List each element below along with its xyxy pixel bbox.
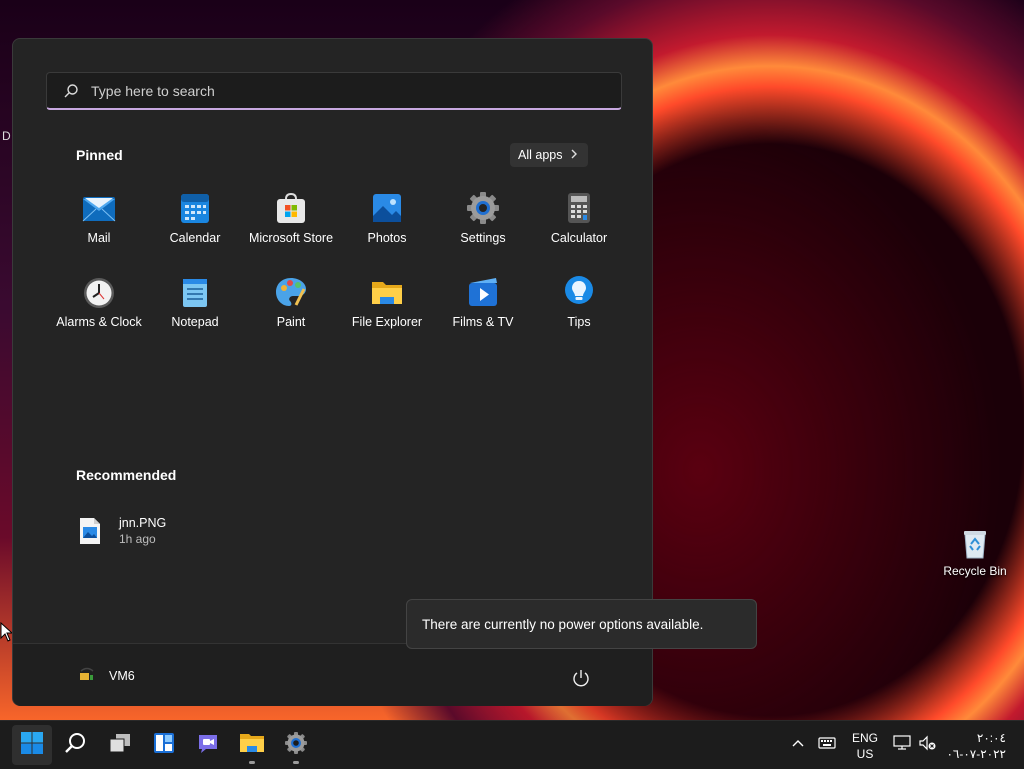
desktop-partial-label: D	[2, 129, 11, 143]
all-apps-button[interactable]: All apps	[510, 143, 589, 167]
recycle-bin[interactable]: Recycle Bin	[940, 528, 1010, 578]
settings-button[interactable]	[276, 725, 316, 765]
running-indicator	[293, 761, 299, 764]
input-language-button[interactable]: ENG US	[845, 730, 885, 762]
photos-icon	[370, 191, 404, 225]
app-label: Paint	[276, 315, 306, 329]
recycle-bin-label: Recycle Bin	[943, 564, 1007, 578]
pinned-app-microsoft-store[interactable]: Microsoft Store	[243, 187, 339, 267]
running-indicator	[249, 761, 255, 764]
start-icon	[20, 731, 44, 760]
pinned-app-settings[interactable]: Settings	[435, 187, 531, 267]
recommended-file-name: jnn.PNG	[119, 516, 167, 530]
search-input[interactable]	[89, 81, 593, 100]
power-options-tooltip: There are currently no power options ava…	[406, 599, 757, 649]
palette-icon	[274, 275, 308, 309]
gear-icon	[466, 191, 500, 225]
pinned-app-calculator[interactable]: Calculator	[531, 187, 627, 267]
start-button[interactable]	[12, 725, 52, 765]
pinned-app-alarms-clock[interactable]: Alarms & Clock	[51, 271, 147, 351]
power-button[interactable]	[571, 668, 591, 688]
notepad-icon	[178, 275, 212, 309]
chevron-up-icon	[790, 735, 806, 756]
image-file-icon	[79, 517, 101, 545]
pinned-app-calendar[interactable]: Calendar	[147, 187, 243, 267]
chat-icon	[196, 731, 220, 760]
mouse-cursor-icon	[0, 621, 14, 647]
search-box[interactable]	[46, 72, 622, 110]
chat-button[interactable]	[188, 725, 228, 765]
app-label: File Explorer	[351, 315, 423, 329]
all-apps-label: All apps	[518, 148, 563, 162]
search-icon	[64, 731, 88, 760]
app-label: Notepad	[171, 315, 219, 329]
touch-keyboard-button[interactable]	[818, 721, 836, 769]
pinned-app-films-tv[interactable]: Films & TV	[435, 271, 531, 351]
clock-date: ٢٠٢٢-٠٧-٠٦	[946, 747, 1006, 761]
app-label: Calculator	[550, 231, 608, 245]
task-view-button[interactable]	[100, 725, 140, 765]
app-label: Photos	[367, 231, 407, 245]
app-label: Tips	[567, 315, 591, 329]
pinned-app-file-explorer[interactable]: File Explorer	[339, 271, 435, 351]
app-label: Alarms & Clock	[56, 315, 142, 329]
recommended-file-time: 1h ago	[119, 532, 156, 546]
user-avatar-icon	[79, 666, 95, 685]
calendar-icon	[178, 191, 212, 225]
volume-button[interactable]	[918, 721, 936, 769]
recommended-heading: Recommended	[76, 467, 177, 483]
app-label: Settings	[460, 231, 506, 245]
folder-icon	[370, 275, 404, 309]
widgets-icon	[152, 731, 176, 760]
chevron-right-icon	[570, 148, 578, 162]
app-label: Microsoft Store	[248, 231, 334, 245]
taskbar-search-button[interactable]	[56, 725, 96, 765]
taskbar: ENG US ٢٠:٠٤ ٢٠٢٢-٠٧-٠٦	[0, 720, 1024, 769]
lang-code: ENG	[851, 731, 878, 745]
recommended-item[interactable]: jnn.PNG 1h ago	[79, 511, 279, 551]
clock-button[interactable]: ٢٠:٠٤ ٢٠٢٢-٠٧-٠٦	[940, 730, 1006, 762]
network-button[interactable]	[893, 721, 911, 769]
app-label: Mail	[87, 231, 111, 245]
pinned-heading: Pinned	[76, 147, 123, 163]
recycle-bin-icon	[961, 528, 989, 560]
calculator-icon	[562, 191, 596, 225]
file-explorer-icon	[239, 731, 265, 760]
app-label: Films & TV	[452, 315, 514, 329]
start-footer: VM6	[13, 643, 652, 706]
pinned-app-tips[interactable]: Tips	[531, 271, 627, 351]
gear-icon	[284, 731, 308, 760]
user-account-button[interactable]: VM6	[79, 666, 135, 685]
lang-region: US	[856, 747, 874, 761]
widgets-button[interactable]	[144, 725, 184, 765]
store-icon	[274, 191, 308, 225]
pinned-app-paint[interactable]: Paint	[243, 271, 339, 351]
app-label: Calendar	[169, 231, 221, 245]
task-view-icon	[108, 731, 132, 760]
pinned-app-notepad[interactable]: Notepad	[147, 271, 243, 351]
clock-icon	[82, 275, 116, 309]
mail-icon	[82, 191, 116, 225]
volume-muted-icon	[918, 735, 936, 756]
pinned-app-photos[interactable]: Photos	[339, 187, 435, 267]
file-explorer-button[interactable]	[232, 725, 272, 765]
show-hidden-icons-button[interactable]	[790, 721, 806, 769]
clock-time: ٢٠:٠٤	[976, 731, 1006, 745]
lightbulb-icon	[562, 275, 596, 309]
network-icon	[893, 734, 911, 756]
play-icon	[466, 275, 500, 309]
pinned-app-mail[interactable]: Mail	[51, 187, 147, 267]
user-name: VM6	[109, 668, 135, 683]
keyboard-icon	[818, 736, 836, 755]
power-icon	[571, 670, 591, 692]
search-icon	[63, 83, 79, 99]
